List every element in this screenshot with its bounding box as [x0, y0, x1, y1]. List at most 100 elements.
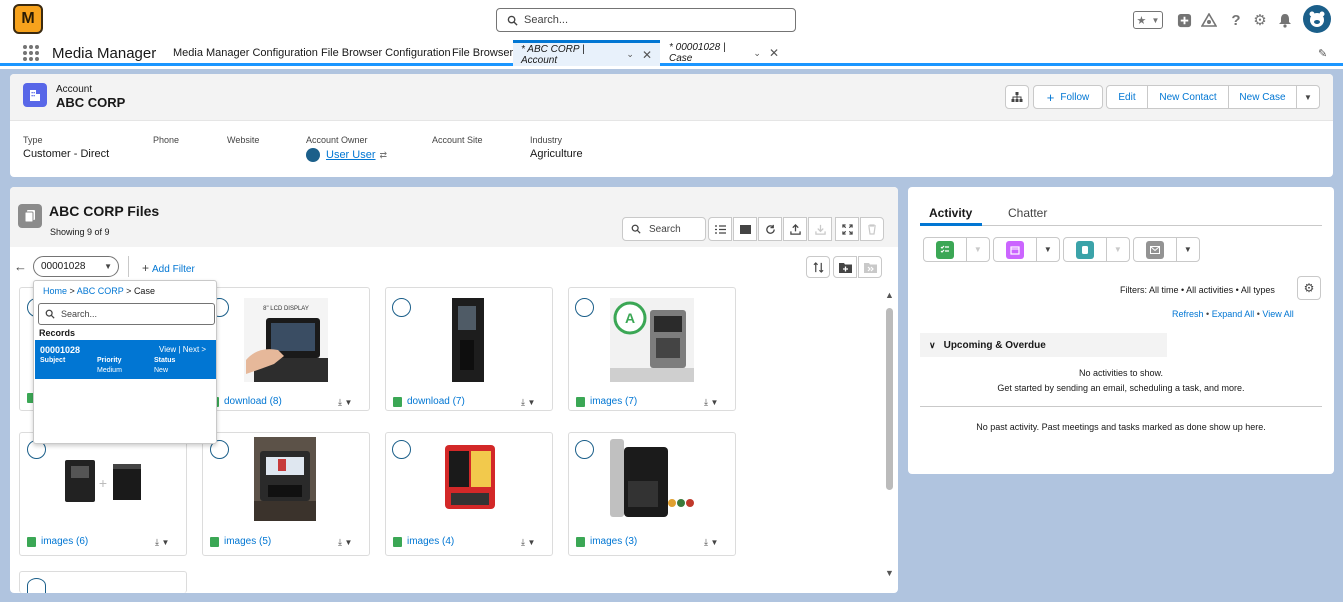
- tab-case-00001028[interactable]: * 00001028 | Case ⌄ ✕: [661, 40, 787, 66]
- chevron-down-icon[interactable]: ▼: [1175, 238, 1199, 261]
- download-icon[interactable]: ⤓: [155, 537, 159, 547]
- chevron-down-icon[interactable]: ▼: [345, 398, 353, 407]
- list-view-icon[interactable]: [708, 217, 732, 241]
- edit-button[interactable]: Edit: [1106, 85, 1148, 109]
- case-filter-select[interactable]: 00001028 ▼: [33, 256, 119, 277]
- breadcrumb-account[interactable]: ABC CORP: [77, 286, 124, 296]
- file-name[interactable]: images (6): [27, 536, 88, 547]
- download-icon[interactable]: ⤓: [338, 537, 342, 547]
- nav-item-file-browser[interactable]: File Browser: [452, 47, 513, 59]
- file-actions[interactable]: ⤓ ▼: [704, 397, 718, 408]
- chevron-down-icon[interactable]: ▼: [528, 538, 536, 547]
- chevron-down-icon[interactable]: ▼: [711, 538, 719, 547]
- chevron-down-icon[interactable]: ⌄: [626, 49, 634, 60]
- filter-settings-gear-icon[interactable]: ⚙: [1297, 276, 1321, 300]
- download-icon[interactable]: ⤓: [521, 397, 525, 407]
- chevron-down-icon[interactable]: ▼: [345, 538, 353, 547]
- nav-item-media-manager-configuration[interactable]: Media Manager Configuration: [173, 47, 318, 59]
- file-thumbnail-silver-espresso-machine[interactable]: A: [610, 298, 694, 382]
- file-actions[interactable]: ⤓ ▼: [521, 397, 535, 408]
- download-icon[interactable]: [808, 217, 832, 241]
- global-search-input[interactable]: Search...: [496, 8, 796, 32]
- file-thumbnail-tall-black-machine[interactable]: [427, 298, 511, 382]
- hierarchy-button[interactable]: [1005, 85, 1029, 109]
- chevron-down-icon[interactable]: ▼: [162, 538, 170, 547]
- chevron-down-icon[interactable]: ▼: [711, 398, 719, 407]
- nav-item-file-browser-configuration[interactable]: File Browser Configuration: [321, 47, 451, 59]
- file-actions[interactable]: ⤓ ▼: [521, 537, 535, 548]
- scroll-down-arrow[interactable]: ▼: [885, 568, 894, 578]
- file-thumbnail-touch-screen-coffee[interactable]: 8" LCD DISPLAY: [244, 298, 328, 382]
- delete-icon[interactable]: [860, 217, 884, 241]
- download-icon[interactable]: ⤓: [704, 397, 708, 407]
- log-call-button[interactable]: ▼: [1063, 237, 1130, 262]
- refresh-icon[interactable]: [758, 217, 782, 241]
- file-select-checkbox[interactable]: [27, 578, 46, 593]
- setup-gear-icon[interactable]: ⚙: [1251, 11, 1269, 29]
- file-name[interactable]: images (4): [393, 536, 454, 547]
- download-icon[interactable]: ⤓: [521, 537, 525, 547]
- back-arrow-icon[interactable]: ←: [14, 259, 27, 274]
- file-thumbnail-two-black-units[interactable]: +: [61, 440, 145, 524]
- file-name[interactable]: images (3): [576, 536, 637, 547]
- files-search-input[interactable]: Search: [622, 217, 706, 241]
- close-icon[interactable]: ✕: [769, 46, 779, 60]
- follow-button[interactable]: + Follow: [1033, 85, 1103, 109]
- chevron-down-icon[interactable]: ⌄: [753, 48, 761, 59]
- app-launcher-icon[interactable]: [23, 45, 39, 61]
- file-select-checkbox[interactable]: [392, 440, 411, 459]
- chevron-down-icon[interactable]: ▼: [528, 398, 536, 407]
- send-email-button[interactable]: ▼: [1133, 237, 1200, 262]
- next-link[interactable]: Next >: [183, 345, 206, 354]
- tab-activity[interactable]: Activity: [929, 206, 972, 220]
- global-add-icon[interactable]: [1175, 11, 1193, 29]
- trailhead-icon[interactable]: [1200, 11, 1218, 29]
- expand-all-link[interactable]: Expand All: [1212, 309, 1255, 319]
- new-event-button[interactable]: ▼: [993, 237, 1060, 262]
- file-thumbnail-coffee-in-cafe[interactable]: [254, 437, 316, 521]
- tab-abc-corp-account[interactable]: * ABC CORP | Account ⌄ ✕: [513, 40, 660, 66]
- download-icon[interactable]: ⤓: [704, 537, 708, 547]
- file-actions[interactable]: ⤓ ▼: [338, 537, 352, 548]
- notifications-bell-icon[interactable]: [1276, 11, 1294, 29]
- move-to-folder-icon[interactable]: [858, 256, 882, 278]
- favorites-button[interactable]: ★ ▼: [1133, 11, 1163, 29]
- file-actions[interactable]: ⤓ ▼: [338, 397, 352, 408]
- file-thumbnail-red-dispenser[interactable]: [427, 437, 511, 521]
- breadcrumb-home[interactable]: Home: [43, 286, 67, 296]
- refresh-link[interactable]: Refresh: [1172, 309, 1204, 319]
- file-actions[interactable]: ⤓ ▼: [704, 537, 718, 548]
- new-folder-icon[interactable]: [833, 256, 857, 278]
- app-logo[interactable]: M: [13, 4, 43, 34]
- file-thumbnail-capsule-machine[interactable]: [610, 437, 694, 521]
- expand-icon[interactable]: [835, 217, 859, 241]
- change-owner-icon[interactable]: ⇄: [380, 150, 388, 161]
- chevron-down-icon[interactable]: ▼: [1105, 238, 1129, 261]
- tab-chatter[interactable]: Chatter: [1008, 206, 1047, 220]
- file-select-checkbox[interactable]: [575, 440, 594, 459]
- edit-nav-pencil-icon[interactable]: ✎: [1318, 47, 1327, 60]
- scroll-up-arrow[interactable]: ▲: [885, 290, 894, 300]
- file-select-checkbox[interactable]: [392, 298, 411, 317]
- file-name[interactable]: download (7): [393, 396, 465, 407]
- file-select-checkbox[interactable]: [575, 298, 594, 317]
- user-avatar[interactable]: [1303, 5, 1331, 33]
- more-actions-button[interactable]: ▼: [1296, 85, 1320, 109]
- view-link[interactable]: View: [159, 345, 176, 354]
- upload-icon[interactable]: [783, 217, 807, 241]
- chevron-down-icon[interactable]: ▼: [965, 238, 989, 261]
- new-case-button[interactable]: New Case: [1228, 85, 1297, 109]
- new-task-button[interactable]: ▼: [923, 237, 990, 262]
- add-filter-button[interactable]: + Add Filter: [142, 261, 195, 275]
- file-name[interactable]: images (5): [210, 536, 271, 547]
- file-actions[interactable]: ⤓ ▼: [155, 537, 169, 548]
- file-name[interactable]: download (8): [210, 396, 282, 407]
- view-all-link[interactable]: View All: [1262, 309, 1293, 319]
- scrollbar-thumb[interactable]: [886, 308, 893, 490]
- owner-link[interactable]: User User: [326, 149, 376, 161]
- chevron-down-icon[interactable]: ▼: [1035, 238, 1059, 261]
- download-icon[interactable]: ⤓: [338, 397, 342, 407]
- tile-view-icon[interactable]: [733, 217, 757, 241]
- file-name[interactable]: images (7): [576, 396, 637, 407]
- upcoming-overdue-section[interactable]: ∨ Upcoming & Overdue: [920, 333, 1167, 357]
